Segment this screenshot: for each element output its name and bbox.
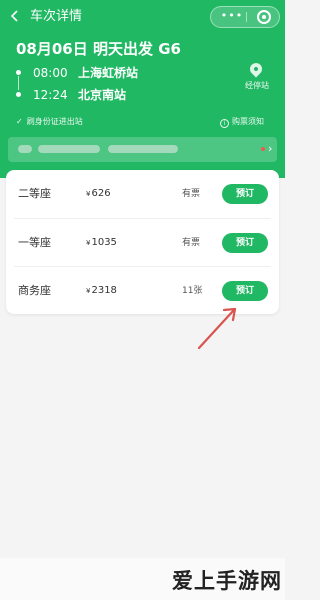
seat-availability: 有票 xyxy=(182,189,201,199)
price-value: 1035 xyxy=(91,237,117,248)
location-pin-icon xyxy=(247,60,265,78)
seat-availability: 有票 xyxy=(182,238,201,248)
stops-button[interactable]: 经停站 xyxy=(238,60,276,93)
page-title: 车次详情 xyxy=(30,9,83,24)
info-icon: i xyxy=(220,119,229,128)
blurred-content xyxy=(38,145,100,153)
book-button[interactable]: 预订 xyxy=(222,233,268,253)
currency-symbol: ¥ xyxy=(86,287,91,295)
depart-station: 上海虹桥站 xyxy=(78,66,139,80)
idcard-label: 刷身份证进出站 xyxy=(26,117,83,126)
currency-symbol: ¥ xyxy=(86,190,91,198)
route-line xyxy=(18,76,19,90)
capsule-divider xyxy=(246,12,247,22)
notification-dot xyxy=(261,147,265,151)
depart-time: 08:00 xyxy=(33,66,68,80)
seat-row: 二等座 ¥626 有票 预订 xyxy=(6,170,279,218)
seat-class: 一等座 xyxy=(18,236,51,249)
seat-price: ¥2318 xyxy=(86,285,117,297)
seat-price: ¥626 xyxy=(86,188,111,200)
arrive-station: 北京南站 xyxy=(78,88,127,102)
ticket-notice-link[interactable]: i 购票须知 xyxy=(220,117,264,128)
seat-row: 一等座 ¥1035 有票 预订 xyxy=(6,219,279,267)
close-target-icon[interactable] xyxy=(257,10,271,24)
price-value: 2318 xyxy=(91,285,117,296)
seat-availability: 11张 xyxy=(182,286,203,296)
book-button[interactable]: 预订 xyxy=(222,281,268,301)
arrive-dot-icon xyxy=(16,92,21,97)
notice-label: 购票须知 xyxy=(232,117,264,126)
watermark-logo: 爱上手游网 xyxy=(172,569,282,593)
blurred-content xyxy=(108,145,178,153)
book-button[interactable]: 预订 xyxy=(222,184,268,204)
trip-header: 车次详情 ••• 08月06日 明天出发 G6 08:00 上海虹桥站 12:2… xyxy=(0,0,285,178)
seat-class: 商务座 xyxy=(18,284,51,297)
arrive-time: 12:24 xyxy=(33,88,68,102)
navigation-bar: 车次详情 ••• xyxy=(0,0,285,34)
blurred-content xyxy=(18,145,32,153)
more-options-icon[interactable]: ••• xyxy=(218,7,246,27)
price-value: 626 xyxy=(91,188,111,199)
depart-dot-icon xyxy=(16,70,21,75)
seat-price: ¥1035 xyxy=(86,237,117,249)
seat-class: 二等座 xyxy=(18,187,51,200)
currency-symbol: ¥ xyxy=(86,239,91,247)
chevron-right-icon: › xyxy=(268,142,273,155)
mini-program-capsule: ••• xyxy=(210,6,280,28)
check-icon: ✓ xyxy=(16,117,23,126)
seat-row: 商务座 ¥2318 11张 预订 xyxy=(6,267,279,315)
back-chevron-icon[interactable] xyxy=(9,9,21,23)
promo-banner[interactable]: › xyxy=(8,137,277,162)
stops-label: 经停站 xyxy=(245,81,269,90)
seat-list-card: 二等座 ¥626 有票 预订 一等座 ¥1035 有票 预订 商务座 ¥2318… xyxy=(6,170,279,314)
idcard-entry-note: ✓ 刷身份证进出站 xyxy=(16,117,83,127)
trip-title: 08月06日 明天出发 G6 xyxy=(16,40,181,58)
